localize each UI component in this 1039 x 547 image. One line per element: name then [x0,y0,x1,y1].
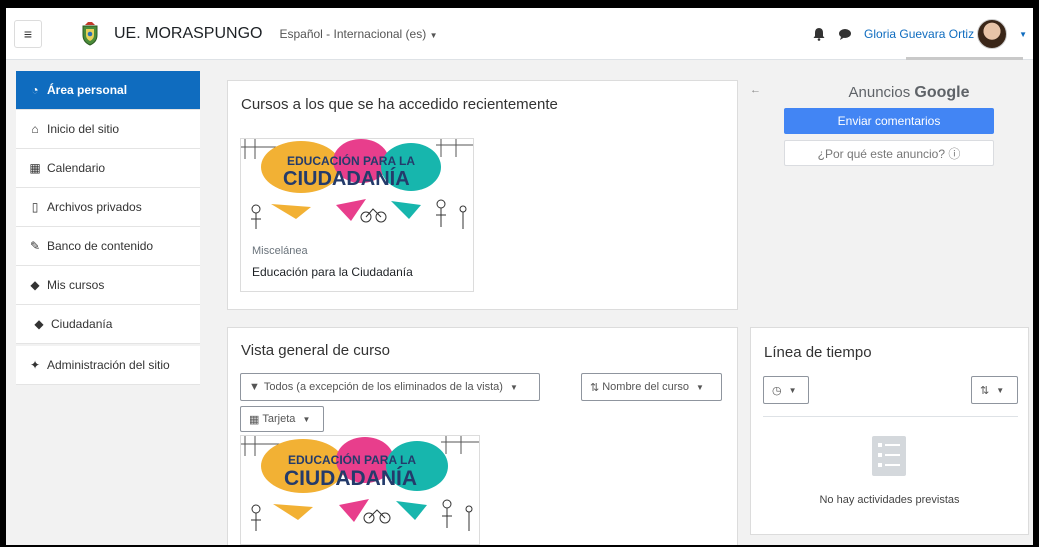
filter-icon: ▼ [249,381,260,393]
chevron-down-icon: ▼ [788,385,797,395]
chevron-down-icon: ▼ [996,385,1005,395]
user-area: Gloria Guevara Ortiz ▼ [812,8,1027,60]
chevron-down-icon: ▼ [509,382,518,392]
user-name[interactable]: Gloria Guevara Ortiz [864,27,974,41]
block-title: Línea de tiempo [764,344,872,361]
sort-dropdown[interactable]: ⇅ Nombre del curso ▼ [581,373,722,401]
google-logo: Google [914,84,970,101]
course-image[interactable]: EDUCACIÓN PARA LA CIUDADANÍA [240,435,480,545]
browser-page: ≡ UE. MORASPUNGO Español - Internacional… [6,8,1033,545]
dashboard-icon: ◔ [31,83,39,97]
course-image-title-line2: CIUDADANÍA [284,467,417,490]
sidebar-item-label: Ciudadanía [51,317,113,331]
chevron-down-icon: ▼ [696,382,704,392]
course-banner-art: EDUCACIÓN PARA LA CIUDADANÍA [241,139,473,233]
course-category: Miscelánea [252,245,308,257]
send-feedback-button[interactable]: Enviar comentarios [784,108,994,134]
course-image-title-line1: EDUCACIÓN PARA LA [287,153,415,168]
sidebar-item-archivos[interactable]: ▯ Archivos privados [16,188,200,227]
home-icon: ⌂ [31,122,39,136]
sidebar-item-inicio[interactable]: ⌂ Inicio del sitio [16,110,200,149]
top-navbar: ≡ UE. MORASPUNGO Español - Internacional… [6,8,1033,60]
language-label: Español - Internacional (es) [279,26,427,41]
course-banner-art: EDUCACIÓN PARA LA CIUDADANÍA [241,436,479,544]
sort-icon: ⇅ [980,384,990,397]
site-name[interactable]: UE. MORASPUNGO [114,25,262,43]
chat-icon[interactable] [838,27,852,41]
block-title: Vista general de curso [241,342,390,359]
sort-icon: ⇅ [590,381,600,394]
divider [763,416,1018,417]
filter-label: Todos (a excepción de los eliminados de … [263,381,503,393]
sidebar-item-calendario[interactable]: ▦ Calendario [16,149,200,188]
timeline-sort-dropdown[interactable]: ⇅ ▼ [971,376,1018,404]
course-name-link[interactable]: Educación para la Ciudadanía [252,265,413,279]
block-title: Cursos a los que se ha accedido reciente… [241,96,558,113]
sidebar-item-label: Archivos privados [47,200,142,214]
arrow-left-icon[interactable]: ← [750,84,761,96]
timeline-filter-dropdown[interactable]: ◷ ▼ [763,376,809,404]
hamburger-icon[interactable]: ≡ [14,19,42,48]
graduation-cap-icon: ◆ [34,317,44,331]
empty-message: No hay actividades previstas [819,494,960,506]
bell-icon[interactable] [812,27,826,41]
sidebar-item-label: Banco de contenido [47,239,154,253]
grid-icon: ▦ [249,413,260,426]
ads-label: Anuncios Google [829,84,989,102]
school-logo-icon[interactable] [80,21,100,46]
course-image[interactable]: EDUCACIÓN PARA LA CIUDADANÍA [241,139,473,233]
chevron-down-icon: ▼ [302,414,311,424]
recent-courses-block: Cursos a los que se ha accedido reciente… [227,80,738,310]
filter-dropdown[interactable]: ▼ Todos (a excepción de los eliminados d… [240,373,540,401]
course-image-title-line2: CIUDADANÍA [283,167,410,190]
clock-icon: ◷ [772,384,782,397]
sidebar-item-label: Administración del sitio [47,358,170,372]
graduation-cap-icon: ◆ [30,278,40,292]
view-label: Tarjeta [262,413,296,425]
language-selector[interactable]: Español - Internacional (es) ▼ [279,27,437,41]
empty-list-icon [872,436,906,476]
calendar-icon: ▦ [29,161,41,175]
course-image-title-line1: EDUCACIÓN PARA LA [288,452,416,467]
sidebar-item-banco[interactable]: ✎ Banco de contenido [16,227,200,266]
view-dropdown[interactable]: ▦ Tarjeta ▼ [240,406,324,432]
sidebar-item-label: Calendario [47,161,106,175]
ads-label-text: Anuncios [848,84,911,101]
navbar-accent-bar [906,57,1023,60]
chevron-down-icon: ▼ [429,30,438,40]
sort-label: Nombre del curso [602,381,690,393]
course-overview-block: Vista general de curso ▼ Todos (a excepc… [227,327,738,545]
file-icon: ▯ [31,200,39,214]
sidebar-item-administracion[interactable]: ✦ Administración del sitio [16,346,200,385]
sidebar-nav: ◔ Área personal ⌂ Inicio del sitio ▦ Cal… [16,71,200,385]
sidebar-item-ciudadania[interactable]: ◆ Ciudadanía [16,305,200,344]
course-card[interactable]: EDUCACIÓN PARA LA CIUDADANÍA Miscelánea … [240,138,474,292]
sidebar-item-area-personal[interactable]: ◔ Área personal [16,71,200,110]
wrench-icon: ✦ [29,358,41,372]
avatar[interactable] [977,19,1008,49]
sidebar-item-mis-cursos[interactable]: ◆ Mis cursos [16,266,200,305]
sidebar-item-label: Mis cursos [47,278,105,292]
sidebar-item-label: Área personal [47,83,128,97]
chevron-down-icon[interactable]: ▼ [1019,30,1027,39]
google-ads-block: ← Anuncios Google Enviar comentarios ¿Po… [750,80,1027,320]
sidebar-item-label: Inicio del sitio [47,122,120,136]
paintbrush-icon: ✎ [29,239,41,253]
timeline-block: Línea de tiempo ◷ ▼ ⇅ ▼ No hay actividad… [750,327,1029,535]
why-this-ad-button[interactable]: ¿Por qué este anuncio? ⓘ [784,140,994,166]
